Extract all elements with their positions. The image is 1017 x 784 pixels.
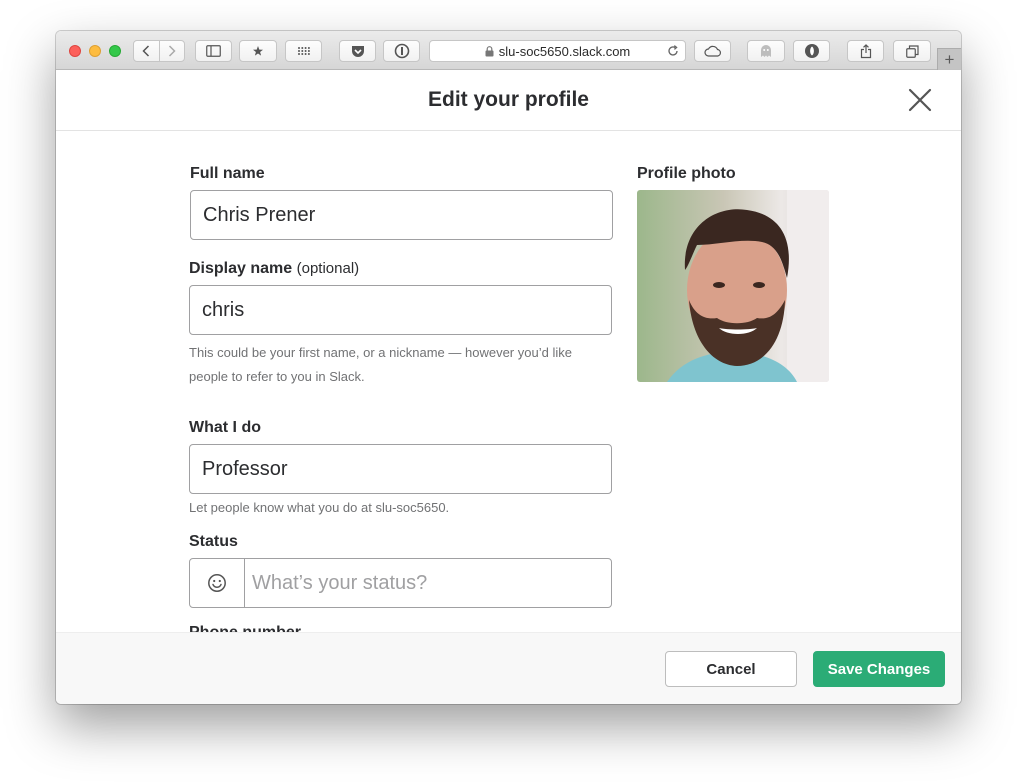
chevron-left-icon (142, 45, 150, 57)
smiley-icon (208, 574, 226, 592)
privacy-badger-button[interactable] (793, 40, 830, 62)
modal-footer: Cancel Save Changes (56, 632, 961, 704)
lock-icon (485, 45, 494, 56)
display-name-label: Display name (optional) (189, 260, 359, 278)
onepassword-icon (394, 43, 409, 59)
forward-button[interactable] (160, 41, 185, 61)
grid-icon (297, 47, 310, 55)
status-field: What’s your status? (189, 558, 612, 608)
sidebar-icon (206, 45, 221, 57)
optional-tag: (optional) (296, 260, 360, 277)
ghost-icon (761, 45, 771, 57)
password-manager-button[interactable] (383, 40, 420, 62)
pocket-button[interactable] (339, 40, 376, 62)
status-input[interactable]: What’s your status? (245, 559, 611, 607)
close-icon (908, 88, 932, 112)
back-forward-buttons (133, 40, 185, 62)
profile-form: Full name Chris Prener Display name (opt… (56, 131, 961, 632)
back-button[interactable] (134, 41, 160, 61)
address-bar[interactable]: slu-soc5650.slack.com (429, 40, 686, 62)
display-name-label-text: Display name (189, 260, 293, 277)
share-button[interactable] (847, 40, 884, 62)
share-icon (860, 43, 871, 58)
window-minimize-button[interactable] (89, 45, 101, 57)
cancel-button[interactable]: Cancel (665, 651, 797, 687)
cloud-icon (703, 45, 721, 57)
close-modal-button[interactable] (908, 88, 932, 112)
sidebar-button[interactable] (195, 40, 232, 62)
modal-header: Edit your profile (56, 70, 961, 131)
icloud-button[interactable] (694, 40, 731, 62)
full-name-label: Full name (190, 165, 265, 182)
new-tab-button[interactable]: + (937, 48, 961, 70)
window-zoom-button[interactable] (109, 45, 121, 57)
profile-photo[interactable] (637, 190, 829, 382)
profile-photo-label: Profile photo (637, 165, 736, 182)
tabs-overview-button[interactable] (893, 40, 931, 62)
display-name-hint: This could be your first name, or a nick… (189, 345, 572, 384)
window-close-button[interactable] (69, 45, 81, 57)
browser-toolbar: slu-soc5650.slack.com + (56, 31, 961, 70)
top-sites-button[interactable] (285, 40, 322, 62)
star-bookmark-icon (253, 46, 263, 56)
phone-number-label: Phone number (189, 624, 301, 632)
save-changes-button[interactable]: Save Changes (813, 651, 945, 687)
full-name-field[interactable]: Chris Prener (190, 190, 613, 240)
bookmarks-button[interactable] (239, 40, 277, 62)
status-label: Status (189, 533, 238, 550)
shield-extension-icon (804, 44, 819, 58)
what-i-do-hint: Let people know what you do at slu-soc56… (189, 500, 450, 515)
display-name-field[interactable]: chris (189, 285, 612, 335)
ghostery-button[interactable] (747, 40, 785, 62)
what-i-do-field[interactable]: Professor (189, 444, 612, 494)
pocket-icon (351, 45, 364, 57)
chevron-right-icon (168, 45, 176, 57)
modal-title: Edit your profile (427, 88, 589, 111)
browser-window: slu-soc5650.slack.com + Edit your profil… (56, 31, 961, 704)
profile-photo-image (637, 190, 829, 382)
url-text: slu-soc5650.slack.com (498, 43, 631, 59)
status-emoji-button[interactable] (190, 559, 245, 607)
tabs-icon (905, 44, 919, 58)
what-i-do-label: What I do (189, 419, 261, 436)
reload-icon[interactable] (666, 44, 680, 58)
